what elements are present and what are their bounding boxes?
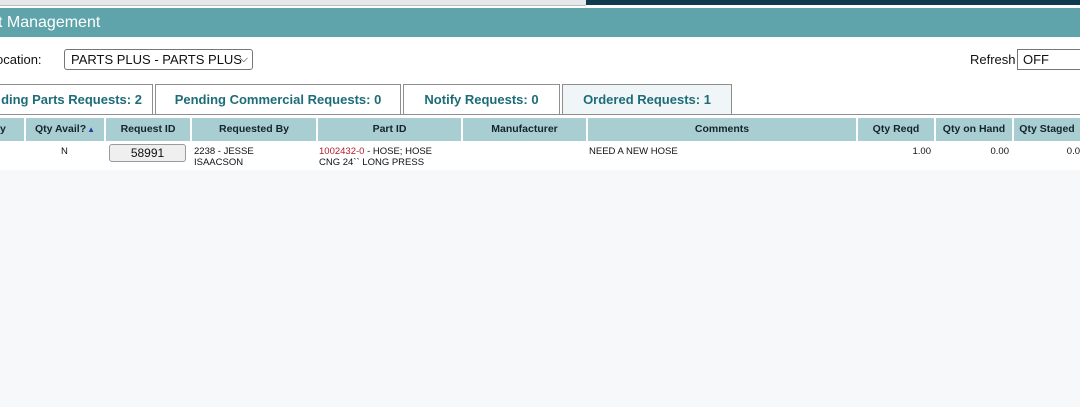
column-header-comments[interactable]: Comments	[588, 118, 856, 141]
top-strip-right	[586, 0, 1080, 5]
cell-requested-by-line2: ISAACSON	[194, 157, 244, 168]
column-header-manufacturer-label: Manufacturer	[491, 123, 558, 135]
column-header-qty-staged[interactable]: Qty Staged	[1014, 118, 1080, 141]
column-header-qty[interactable]: y	[0, 118, 24, 141]
cell-qty-avail: N	[61, 146, 68, 157]
tab-notify-requests[interactable]: Notify Requests: 0	[403, 84, 560, 115]
column-header-request-id-label: Request ID	[120, 123, 176, 135]
browser-top-strip	[0, 0, 1080, 8]
cell-qty-staged: 0.0	[1066, 146, 1080, 157]
tab-ordered-requests[interactable]: Ordered Requests: 1	[562, 84, 732, 115]
top-strip-left	[0, 0, 588, 6]
part-id-description: - HOSE; HOSE	[364, 146, 433, 157]
column-header-qty-reqd-label: Qty Reqd	[872, 123, 920, 135]
location-selected-value: PARTS PLUS - PARTS PLUS	[71, 52, 242, 67]
column-header-qty-on-hand[interactable]: Qty on Hand	[936, 118, 1012, 141]
tab-underline	[0, 114, 1080, 115]
tab-pending-parts-requests[interactable]: ding Parts Requests: 2	[0, 84, 153, 115]
column-header-part-id-label: Part ID	[372, 123, 407, 135]
column-header-part-id[interactable]: Part ID	[318, 118, 461, 141]
column-header-qty-staged-label: Qty Staged	[1019, 123, 1075, 135]
sort-ascending-icon: ▲	[87, 125, 96, 134]
column-header-qty-on-hand-label: Qty on Hand	[942, 123, 1006, 135]
refresh-label: Refresh	[970, 52, 1016, 67]
location-label: ocation:	[0, 52, 42, 67]
page-title-bar: t Management	[0, 8, 1080, 37]
chevron-down-icon: ⌵	[239, 53, 248, 65]
column-header-requested-by-label: Requested By	[218, 123, 290, 135]
column-header-manufacturer[interactable]: Manufacturer	[463, 118, 586, 141]
part-id-link[interactable]: 1002432-0	[319, 146, 364, 157]
cell-requested-by-line1: 2238 - JESSE	[194, 146, 254, 157]
cell-qty-on-hand: 0.00	[990, 146, 1010, 157]
cell-qty-reqd: 1.00	[912, 146, 932, 157]
column-header-qty-reqd[interactable]: Qty Reqd	[858, 118, 934, 141]
cell-part-id-line2: CNG 24`` LONG PRESS	[319, 157, 425, 168]
page-title: t Management	[0, 14, 101, 31]
location-select[interactable]: PARTS PLUS - PARTS PLUS ⌵	[64, 49, 253, 70]
column-header-requested-by[interactable]: Requested By	[192, 118, 316, 141]
tab-pending-commercial-requests[interactable]: Pending Commercial Requests: 0	[155, 84, 401, 115]
cell-part-id-line1: 1002432-0 - HOSE; HOSE	[319, 146, 432, 157]
cell-comments: NEED A NEW HOSE	[589, 146, 678, 157]
column-header-qty-avail[interactable]: Qty Avail?▲	[26, 118, 104, 141]
column-header-comments-label: Comments	[694, 123, 750, 135]
column-header-qty-avail-label: Qty Avail?	[34, 123, 87, 135]
request-id-button[interactable]: 58991	[109, 144, 186, 162]
refresh-select[interactable]: OFF	[1017, 49, 1080, 70]
column-header-request-id[interactable]: Request ID	[106, 118, 190, 141]
column-header-qty-label: y	[0, 123, 6, 135]
